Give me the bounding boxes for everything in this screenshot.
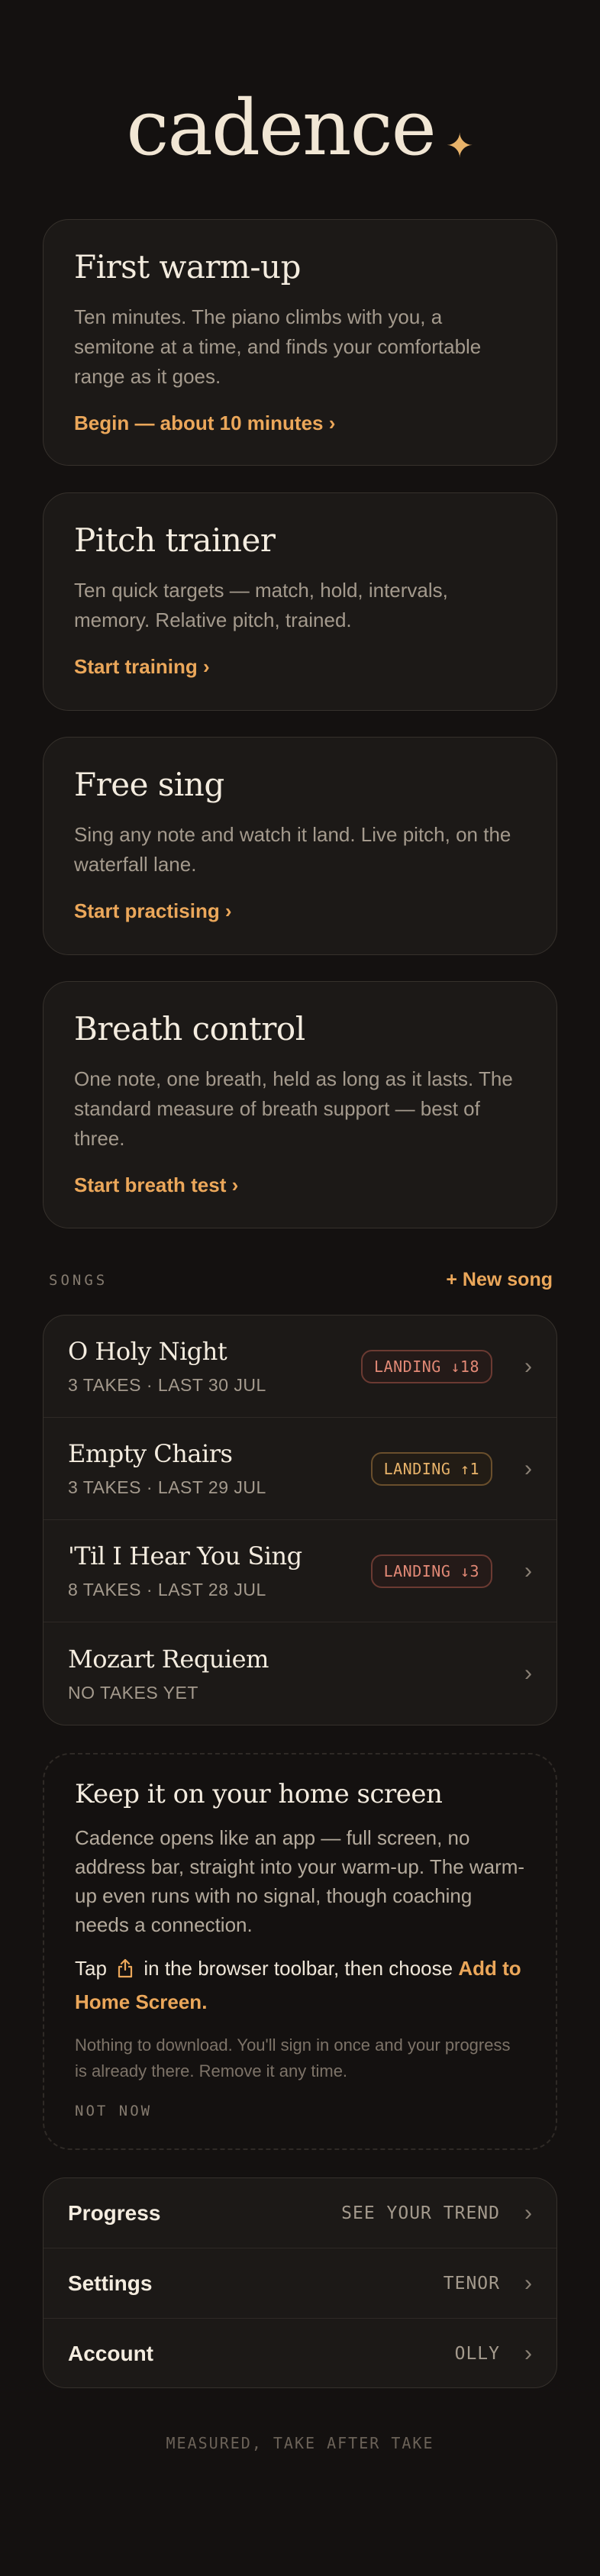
settings-list: Progress SEE YOUR TREND › Settings TENOR… [43, 2177, 557, 2388]
footer-tagline: MEASURED, TAKE AFTER TAKE [166, 2434, 434, 2452]
songs-list: O Holy Night 3 TAKES · LAST 30 JUL LANDI… [43, 1315, 557, 1725]
song-title: Empty Chairs [68, 1439, 233, 1468]
settings-row-label: Account [68, 2342, 153, 2365]
logo-text: cadence [126, 83, 436, 173]
card-title: Pitch trainer [74, 521, 276, 559]
new-song-button[interactable]: + New song [446, 1269, 553, 1291]
home-screen-tip: Keep it on your home screen Cadence open… [43, 1753, 557, 2150]
card-description: One note, one breath, held as long as it… [74, 1067, 513, 1151]
tip-title: Keep it on your home screen [75, 1779, 443, 1809]
tip-instr-middle: in the browser toolbar, then choose [144, 1957, 453, 1980]
song-title: Mozart Requiem [68, 1644, 269, 1674]
begin-warm-up-link[interactable]: Begin — about 10 minutes › [74, 412, 335, 435]
songs-section-label: SONGS [49, 1271, 108, 1289]
settings-row[interactable]: Settings TENOR › [44, 2248, 556, 2319]
song-row[interactable]: Mozart Requiem NO TAKES YET › [44, 1622, 556, 1725]
tip-instr-before: Tap [75, 1957, 107, 1980]
tip-body: Cadence opens like an app — full screen,… [75, 1826, 525, 1936]
songs-header: SONGS + New song [49, 1269, 553, 1291]
song-meta: 3 TAKES · LAST 29 JUL [68, 1477, 266, 1497]
landing-badge: LANDING ↑1 [370, 1451, 492, 1486]
sparkle-icon: ✦ [445, 128, 474, 165]
card-first-warm-up[interactable]: First warm-up Ten minutes. The piano cli… [43, 219, 557, 466]
not-now-button[interactable]: NOT NOW [75, 2103, 525, 2119]
chevron-right-icon: › [524, 1661, 532, 1686]
chevron-right-icon: › [524, 2200, 532, 2226]
settings-row-value: SEE YOUR TREND [341, 2203, 500, 2223]
card-description: Ten quick targets — match, hold, interva… [74, 579, 448, 632]
song-title: 'Til I Hear You Sing [68, 1541, 302, 1570]
chevron-right-icon: › [524, 1455, 532, 1481]
tip-instr-end: . [202, 1990, 208, 2013]
app-logo: cadence ✦ [0, 90, 600, 166]
landing-badge: LANDING ↓18 [361, 1349, 492, 1383]
song-row[interactable]: Empty Chairs 3 TAKES · LAST 29 JUL LANDI… [44, 1418, 556, 1520]
chevron-right-icon: › [524, 2341, 532, 2366]
song-title: O Holy Night [68, 1337, 227, 1366]
card-breath-control[interactable]: Breath control One note, one breath, hel… [43, 981, 557, 1228]
chevron-right-icon: › [524, 1353, 532, 1379]
tip-instructions: Tap in the browser toolbar, then choose … [75, 1953, 525, 2017]
card-description: Ten minutes. The piano climbs with you, … [74, 305, 482, 389]
card-title: First warm-up [74, 248, 301, 286]
card-pitch-trainer[interactable]: Pitch trainer Ten quick targets — match,… [43, 492, 557, 711]
settings-row-label: Settings [68, 2271, 153, 2295]
start-breath-test-link[interactable]: Start breath test › [74, 1173, 238, 1197]
share-icon [117, 1956, 134, 1987]
landing-badge: LANDING ↓3 [370, 1554, 492, 1588]
card-free-sing[interactable]: Free sing Sing any note and watch it lan… [43, 737, 557, 955]
settings-row-value: TENOR [443, 2273, 500, 2294]
song-row[interactable]: 'Til I Hear You Sing 8 TAKES · LAST 28 J… [44, 1520, 556, 1622]
chevron-right-icon: › [524, 1558, 532, 1583]
settings-row-label: Progress [68, 2200, 161, 2225]
card-title: Breath control [74, 1010, 305, 1048]
progress-row[interactable]: Progress SEE YOUR TREND › [44, 2178, 556, 2248]
song-meta: 3 TAKES · LAST 30 JUL [68, 1375, 266, 1395]
start-training-link[interactable]: Start training › [74, 655, 210, 679]
account-row[interactable]: Account OLLY › [44, 2319, 556, 2387]
tip-note: Nothing to download. You'll sign in once… [75, 2035, 511, 2080]
song-row[interactable]: O Holy Night 3 TAKES · LAST 30 JUL LANDI… [44, 1315, 556, 1418]
settings-row-value: OLLY [454, 2344, 500, 2364]
card-description: Sing any note and watch it land. Live pi… [74, 823, 511, 876]
card-title: Free sing [74, 766, 224, 803]
chevron-right-icon: › [524, 2270, 532, 2296]
start-practising-link[interactable]: Start practising › [74, 899, 232, 923]
song-meta: NO TAKES YET [68, 1682, 198, 1703]
song-meta: 8 TAKES · LAST 28 JUL [68, 1580, 266, 1600]
